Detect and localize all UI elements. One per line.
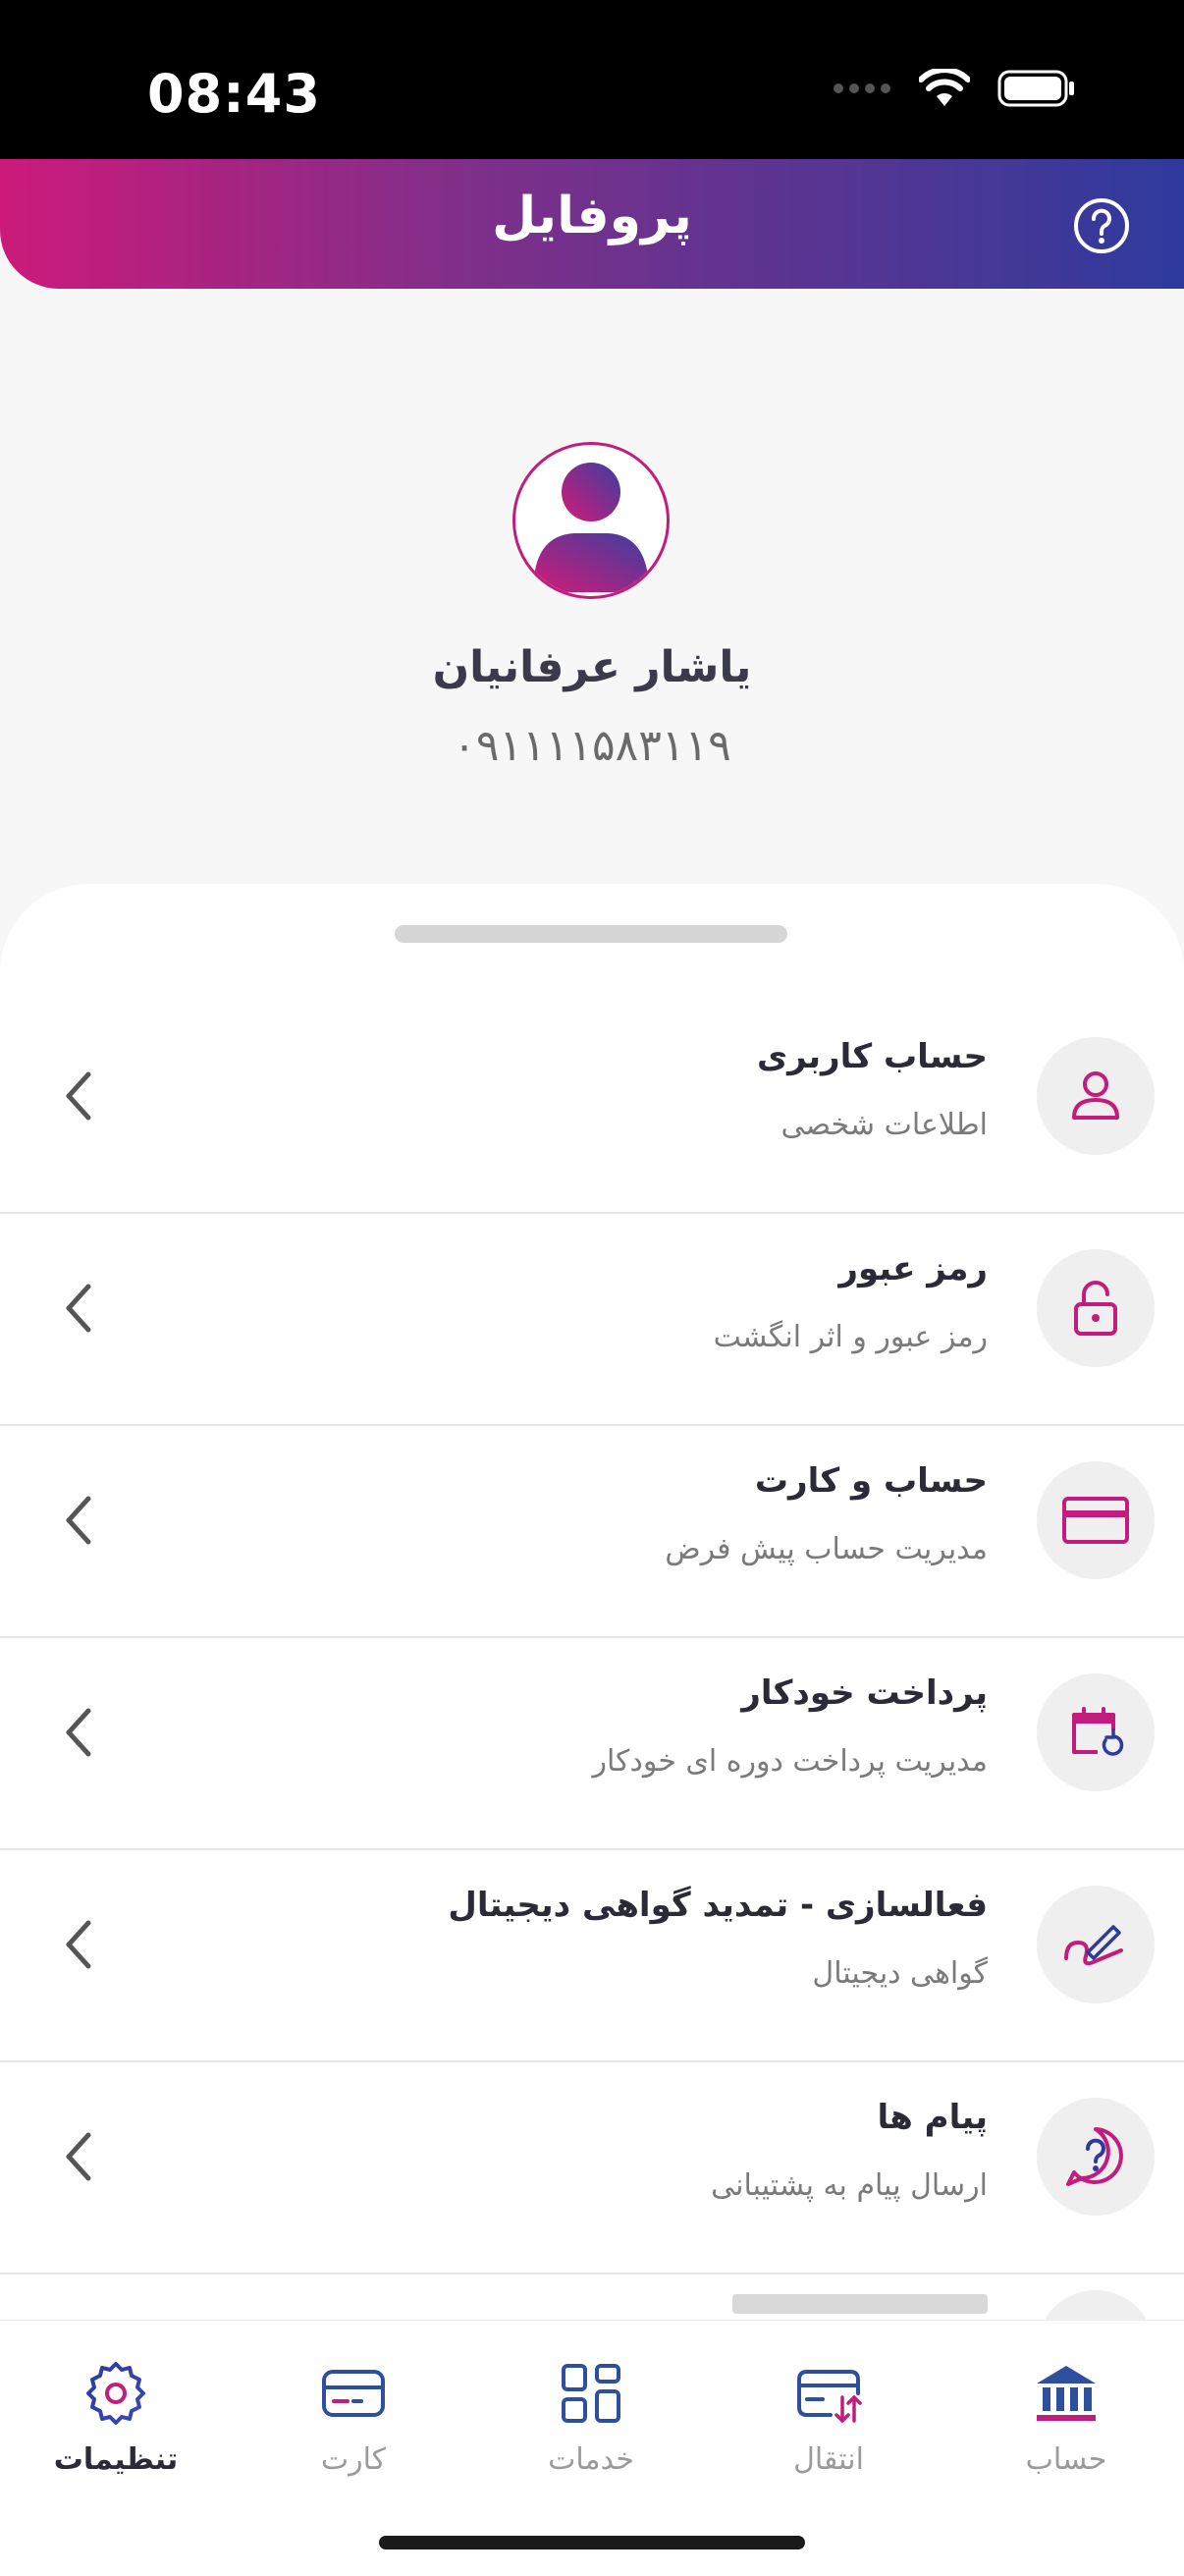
chevron-left-icon (66, 1496, 91, 1545)
menu-icon-wrap (1037, 1886, 1155, 2003)
chevron-left-icon (66, 2132, 91, 2181)
nav-tab-settings[interactable]: تنظیمات (18, 2358, 214, 2477)
menu-item-messages[interactable]: پیام ها ارسال پیام به پشتیبانی (0, 2062, 1184, 2275)
menu-icon-wrap (1037, 1673, 1155, 1791)
nav-tab-services[interactable]: خدمات (493, 2358, 689, 2477)
wifi-icon (919, 69, 970, 106)
nav-tab-account[interactable]: حساب (968, 2358, 1164, 2477)
page-title: پروفایل (492, 187, 692, 246)
menu-item-password[interactable]: رمز عبور رمز عبور و اثر انگشت (0, 1214, 1184, 1426)
gear-icon (86, 2362, 145, 2425)
profile-section: یاشار عرفانیان ۰۹۱۱۱۱۵۸۳۱۱۹ (0, 289, 1184, 898)
menu-item-subtitle: مدیریت پرداخت دوره ای خودکار (592, 1744, 988, 1779)
status-time: 08:43 (147, 63, 321, 125)
profile-phone: ۰۹۱۱۱۱۵۸۳۱۱۹ (453, 721, 731, 771)
menu-icon-wrap (1037, 2098, 1155, 2216)
user-avatar-icon (533, 463, 649, 592)
menu-item-subtitle: گواهی دیجیتال (812, 1956, 988, 1991)
chevron-left-icon (66, 1284, 91, 1333)
user-icon (1072, 1071, 1119, 1120)
card-icon (322, 2370, 385, 2417)
menu-item-title: پیام ها (877, 2098, 988, 2137)
menu-item-title: فعالسازی - تمدید گواهی دیجیتال (448, 1886, 988, 1925)
header-bar: پروفایل (0, 159, 1184, 289)
signature-icon (1064, 1925, 1123, 1966)
menu-icon-wrap (1037, 1461, 1155, 1579)
nav-label: تنظیمات (53, 2442, 179, 2477)
nav-label: خدمات (548, 2442, 634, 2477)
calendar-refresh-icon (1072, 1707, 1124, 1756)
menu-item-digital-certificate[interactable]: فعالسازی - تمدید گواهی دیجیتال گواهی دیج… (0, 1850, 1184, 2062)
menu-item-user-account[interactable]: حساب کاربری اطلاعات شخصی (0, 1002, 1184, 1214)
nav-tab-transfer[interactable]: انتقال (730, 2358, 927, 2477)
menu-item-title-clipped (732, 2294, 988, 2314)
menu-item-subtitle: اطلاعات شخصی (780, 1108, 988, 1142)
menu-icon-wrap (1037, 1249, 1155, 1367)
menu-item-title: حساب کاربری (756, 1037, 988, 1076)
menu-item-title: حساب و کارت (754, 1461, 988, 1501)
menu-item-subtitle: ارسال پیام به پشتیبانی (711, 2168, 988, 2203)
transfer-icon (797, 2370, 862, 2424)
settings-sheet: حساب کاربری اطلاعات شخصی رمز عبور رمز عب… (0, 884, 1184, 2337)
status-bar: 08:43 (0, 0, 1184, 159)
lock-open-icon (1074, 1281, 1117, 1336)
nav-tab-card[interactable]: کارت (255, 2358, 452, 2477)
bank-icon (1037, 2366, 1096, 2421)
menu-item-subtitle: رمز عبور و اثر انگشت (713, 1320, 988, 1354)
chevron-left-icon (66, 1071, 91, 1121)
profile-name: یاشار عرفانیان (432, 642, 752, 692)
avatar[interactable] (512, 442, 670, 599)
chat-question-icon (1066, 2127, 1123, 2186)
chevron-left-icon (66, 1708, 91, 1757)
menu-item-title: رمز عبور (838, 1249, 988, 1288)
grid-icon (562, 2364, 620, 2423)
signal-dots-icon (834, 83, 890, 93)
menu-icon-wrap (1037, 1037, 1155, 1155)
sheet-grab-handle[interactable] (395, 925, 787, 943)
nav-label: انتقال (793, 2442, 864, 2477)
nav-label: کارت (320, 2442, 387, 2477)
menu-item-account-card[interactable]: حساب و کارت مدیریت حساب پیش فرض (0, 1426, 1184, 1638)
home-indicator (379, 2536, 805, 2549)
nav-label: حساب (1025, 2442, 1107, 2477)
credit-card-icon (1062, 1497, 1129, 1544)
menu-item-subtitle: مدیریت حساب پیش فرض (665, 1532, 988, 1566)
menu-list: حساب کاربری اطلاعات شخصی رمز عبور رمز عب… (0, 1002, 1184, 2275)
battery-icon (997, 70, 1074, 107)
chevron-left-icon (66, 1920, 91, 1969)
status-icons (833, 69, 1076, 108)
menu-item-title: پرداخت خودکار (741, 1673, 988, 1713)
help-circle-icon[interactable] (1072, 196, 1131, 255)
menu-item-auto-payment[interactable]: پرداخت خودکار مدیریت پرداخت دوره ای خودک… (0, 1638, 1184, 1850)
